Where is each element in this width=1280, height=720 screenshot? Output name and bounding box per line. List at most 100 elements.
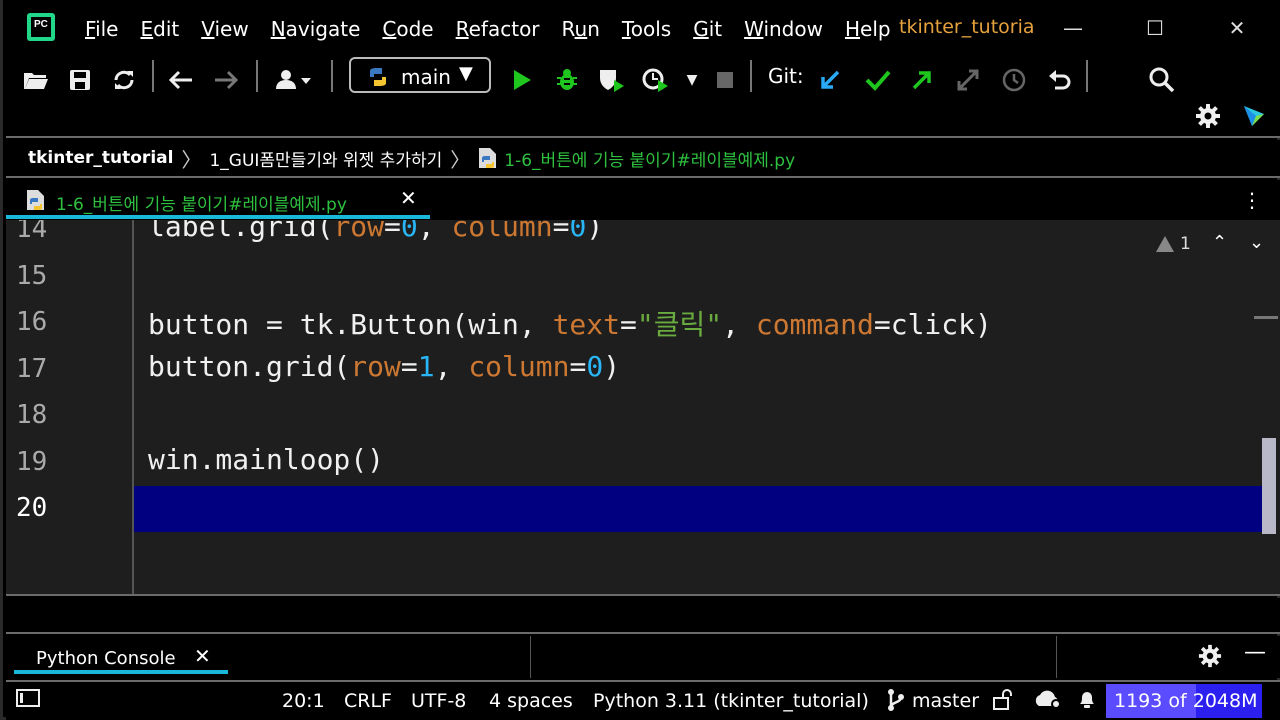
menu-navigate[interactable]: Navigate bbox=[271, 17, 361, 41]
ide-window: PC File Edit View Navigate Code Refactor Run To… bbox=[0, 0, 1280, 720]
divider bbox=[530, 636, 531, 678]
tool-window-header: Python Console ✕ — bbox=[6, 636, 1280, 678]
rollback-icon[interactable] bbox=[1044, 64, 1076, 96]
line-separator[interactable]: CRLF bbox=[344, 690, 392, 712]
tool-window-toggle-icon[interactable] bbox=[16, 688, 40, 713]
vcs-branch[interactable]: master bbox=[912, 690, 979, 712]
chevron-down-icon[interactable]: ▼ bbox=[676, 64, 708, 96]
next-highlight-icon[interactable]: ⌄ bbox=[1249, 232, 1264, 253]
close-console-icon[interactable]: ✕ bbox=[194, 644, 211, 668]
line-number: 16 bbox=[16, 307, 48, 337]
open-folder-icon[interactable] bbox=[20, 64, 52, 96]
run-configuration-label: main bbox=[401, 65, 451, 89]
python-console-tab[interactable]: Python Console bbox=[36, 648, 176, 669]
menu-file[interactable]: File bbox=[85, 17, 118, 41]
save-icon[interactable] bbox=[64, 64, 96, 96]
sync-icon[interactable] bbox=[108, 64, 140, 96]
code-line[interactable]: button = tk.Button(win, text="클릭", comma… bbox=[148, 303, 992, 343]
editor-scrollbar[interactable] bbox=[1262, 438, 1276, 534]
git-commit-icon[interactable] bbox=[862, 64, 894, 96]
line-number: 18 bbox=[16, 400, 48, 430]
code-editor[interactable]: 14 15 16 17 18 19 20 label.grid(row=0, column=… bbox=[6, 220, 1280, 596]
breadcrumb-folder[interactable]: 1_GUI폼만들기와 위젯 추가하기 bbox=[209, 146, 442, 171]
stop-icon[interactable] bbox=[709, 64, 741, 96]
maximize-button[interactable]: ☐ bbox=[1135, 10, 1175, 46]
chevron-right-icon: 〉 bbox=[181, 147, 202, 172]
editor-tab-bar: 1-6_버튼에 기능 붙이기#레이블예제.py ✕ ⋮ bbox=[6, 180, 1280, 220]
unlock-icon[interactable] bbox=[992, 688, 1014, 715]
settings-icon[interactable] bbox=[1198, 644, 1222, 674]
menu-help[interactable]: Help bbox=[845, 17, 891, 41]
menu-tools[interactable]: Tools bbox=[622, 17, 671, 41]
line-number: 17 bbox=[16, 353, 48, 384]
toolbar-separator bbox=[1086, 60, 1088, 92]
toolbar-separator bbox=[256, 60, 258, 92]
divider bbox=[1056, 636, 1057, 678]
forward-icon[interactable] bbox=[210, 64, 242, 96]
coverage-icon[interactable] bbox=[596, 64, 628, 96]
menu-code[interactable]: Code bbox=[382, 17, 433, 41]
menu-window[interactable]: Window bbox=[744, 17, 823, 41]
search-icon[interactable] bbox=[1146, 64, 1178, 96]
menu-edit[interactable]: Edit bbox=[140, 17, 179, 41]
git-label: Git: bbox=[768, 64, 804, 88]
main-toolbar: main ▼ ▼ Git: bbox=[6, 56, 1280, 138]
run-configuration-selector[interactable]: main ▼ bbox=[349, 57, 491, 93]
python-file-icon bbox=[478, 147, 498, 169]
breadcrumb-project[interactable]: tkinter_tutorial bbox=[28, 148, 173, 168]
user-icon[interactable] bbox=[270, 64, 318, 96]
memory-text: 1193 of 2048M bbox=[1114, 690, 1258, 712]
git-push-icon[interactable] bbox=[906, 64, 938, 96]
code-line[interactable]: button.grid(row=1, column=0) bbox=[148, 350, 620, 383]
debug-icon[interactable] bbox=[551, 64, 583, 96]
minimize-button[interactable]: — bbox=[1053, 10, 1093, 46]
tool-window-strip bbox=[6, 598, 1280, 634]
line-number: 19 bbox=[16, 446, 48, 477]
caret-position[interactable]: 20:1 bbox=[282, 690, 325, 712]
warning-icon bbox=[1156, 236, 1174, 252]
chevron-right-icon: 〉 bbox=[450, 147, 471, 172]
back-icon[interactable] bbox=[165, 64, 197, 96]
more-options-icon[interactable]: ⋮ bbox=[1242, 188, 1262, 212]
breadcrumb: tkinter_tutorial 〉 1_GUI폼만들기와 위젯 추가하기 〉 … bbox=[6, 140, 1280, 178]
toolbar-separator bbox=[750, 60, 752, 92]
breadcrumb-file[interactable]: 1-6_버튼에 기능 붙이기#레이블예제.py bbox=[504, 146, 795, 171]
menu-git[interactable]: Git bbox=[693, 17, 722, 41]
previous-highlight-icon[interactable]: ⌃ bbox=[1212, 232, 1227, 253]
status-bar: 20:1 CRLF UTF-8 4 spaces Python 3.11 (tk… bbox=[6, 680, 1280, 720]
main-menu: File Edit View Navigate Code Refactor Run Tools… bbox=[85, 17, 913, 41]
history-icon[interactable] bbox=[998, 64, 1030, 96]
indent-setting[interactable]: 4 spaces bbox=[489, 690, 573, 712]
git-branch-icon bbox=[886, 688, 906, 717]
python-interpreter[interactable]: Python 3.11 (tkinter_tutorial) bbox=[593, 690, 869, 712]
plugin-icon[interactable] bbox=[1238, 100, 1270, 132]
code-line[interactable]: label.grid(row=0, column=0) bbox=[148, 220, 603, 243]
editor-tab-label: 1-6_버튼에 기능 붙이기#레이블예제.py bbox=[56, 195, 347, 215]
memory-indicator[interactable]: 1193 of 2048M bbox=[1106, 684, 1262, 718]
menu-view[interactable]: View bbox=[201, 17, 248, 41]
active-tab-indicator bbox=[6, 215, 430, 219]
project-title: tkinter_tutoria bbox=[899, 16, 1035, 38]
toolbar-separator bbox=[331, 60, 333, 92]
line-number-gutter: 14 15 16 17 18 19 20 bbox=[6, 220, 134, 594]
profile-icon[interactable] bbox=[640, 64, 672, 96]
file-encoding[interactable]: UTF-8 bbox=[411, 690, 466, 712]
editor-tab-active[interactable]: 1-6_버튼에 기능 붙이기#레이블예제.py ✕ bbox=[6, 180, 430, 220]
menu-refactor[interactable]: Refactor bbox=[456, 17, 540, 41]
minimize-tool-window-icon[interactable]: — bbox=[1244, 640, 1266, 665]
menu-run[interactable]: Run bbox=[562, 17, 600, 41]
warnings-count: 1 bbox=[1180, 234, 1191, 254]
git-compare-icon[interactable] bbox=[952, 64, 984, 96]
toolbar-separator bbox=[152, 60, 154, 92]
current-line-highlight bbox=[6, 486, 1262, 532]
run-icon[interactable] bbox=[506, 64, 538, 96]
line-number: 20 bbox=[16, 493, 48, 523]
git-update-icon[interactable] bbox=[814, 64, 846, 96]
code-line[interactable]: win.mainloop() bbox=[148, 443, 384, 476]
settings-icon[interactable] bbox=[1192, 100, 1224, 132]
inspection-widget[interactable]: 1 bbox=[1156, 234, 1191, 254]
close-tab-icon[interactable]: ✕ bbox=[400, 186, 417, 210]
close-window-button[interactable]: ✕ bbox=[1217, 10, 1257, 46]
notifications-icon[interactable] bbox=[1076, 688, 1098, 715]
cloud-settings-icon[interactable] bbox=[1032, 688, 1064, 715]
